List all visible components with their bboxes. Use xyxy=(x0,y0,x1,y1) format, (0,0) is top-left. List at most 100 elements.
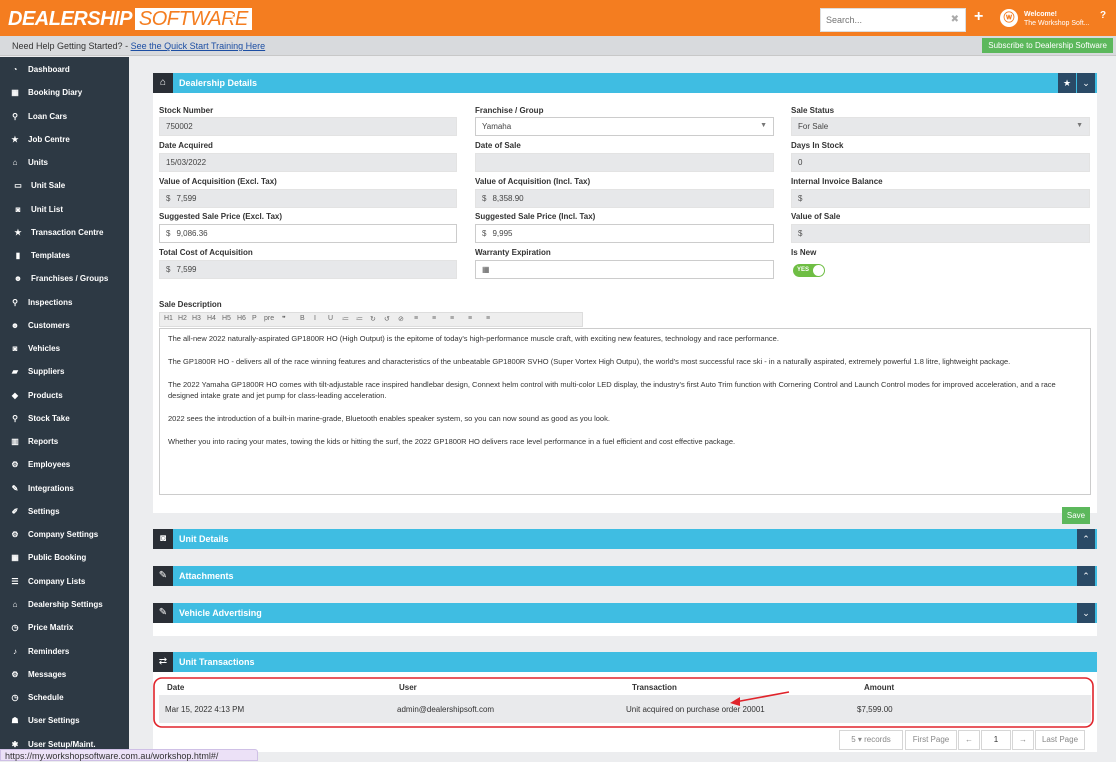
date-acquired-field[interactable]: 15/03/2022 xyxy=(159,153,457,172)
last-page-button[interactable]: Last Page xyxy=(1035,730,1085,750)
col-date-header[interactable]: Date xyxy=(167,683,184,692)
sidebar-item-messages[interactable]: ⚙ Messages xyxy=(0,665,129,685)
sidebar-item-units[interactable]: ⌂ Units xyxy=(0,153,129,173)
favorite-star-icon[interactable]: ★ xyxy=(1058,73,1076,93)
editor-tool-button[interactable]: ⊘ xyxy=(398,315,404,323)
acq-excl-field[interactable]: $7,599 xyxy=(159,189,457,208)
app-logo[interactable]: DEALERSHIP SOFTWARE xyxy=(8,8,252,31)
sidebar-item-job-centre[interactable]: ★ Job Centre xyxy=(0,130,129,150)
table-row[interactable]: Mar 15, 2022 4:13 PM admin@dealershipsof… xyxy=(159,695,1091,723)
sidebar-item-user-settings[interactable]: ☗ User Settings xyxy=(0,711,129,731)
sidebar-item-templates[interactable]: ▮ Templates xyxy=(0,246,129,266)
editor-tool-button[interactable]: ↺ xyxy=(384,315,390,323)
franchise-select[interactable]: Yamaha ▼ xyxy=(475,117,774,136)
editor-tool-button[interactable]: H5 xyxy=(222,315,231,322)
page-size-select[interactable]: 5 ▾ records xyxy=(839,730,903,750)
sale-description-editor[interactable]: The all-new 2022 naturally-aspirated GP1… xyxy=(159,328,1091,495)
sidebar-item-franchises-groups[interactable]: ☻ Franchises / Groups xyxy=(0,269,129,289)
editor-tool-button[interactable]: B xyxy=(300,315,305,322)
next-page-button[interactable]: → xyxy=(1012,730,1034,750)
unit-transactions-header[interactable]: ⇄ Unit Transactions xyxy=(153,652,1097,672)
menu-toggle-icon[interactable]: ≡ xyxy=(226,9,235,26)
sidebar-item-integrations[interactable]: ✎ Integrations xyxy=(0,479,129,499)
total-cost-field[interactable]: $7,599 xyxy=(159,260,457,279)
editor-tool-button[interactable]: ≡ xyxy=(486,315,490,322)
help-icon[interactable]: ? xyxy=(1100,10,1106,21)
sidebar-item-unit-sale[interactable]: ▭ Unit Sale xyxy=(0,176,129,196)
col-amount-header[interactable]: Amount xyxy=(864,683,894,692)
value-of-sale-field[interactable]: $ xyxy=(791,224,1090,243)
attachments-header[interactable]: ✎ Attachments ⌃ xyxy=(153,566,1097,586)
sidebar-item-transaction-centre[interactable]: ★ Transaction Centre xyxy=(0,223,129,243)
clear-search-icon[interactable]: ✖ xyxy=(951,14,959,25)
sidebar-item-company-settings[interactable]: ⚙ Company Settings xyxy=(0,525,129,545)
expand-chevron-up-icon[interactable]: ⌃ xyxy=(1077,566,1095,586)
editor-tool-button[interactable]: H3 xyxy=(192,315,201,322)
invoice-balance-field[interactable]: $ xyxy=(791,189,1090,208)
warranty-field[interactable]: ▦ xyxy=(475,260,774,279)
collapse-chevron-down-icon[interactable]: ⌄ xyxy=(1077,603,1095,623)
editor-tool-button[interactable]: U xyxy=(328,315,333,322)
sidebar-item-suppliers[interactable]: ▰ Suppliers xyxy=(0,362,129,382)
add-new-icon[interactable]: + xyxy=(974,8,983,26)
vehicle-advertising-header[interactable]: ✎ Vehicle Advertising ⌄ xyxy=(153,603,1097,623)
editor-tool-button[interactable]: H1 xyxy=(164,315,173,322)
dealership-details-header[interactable]: ⌂ Dealership Details ★ ⌄ xyxy=(153,73,1097,93)
subscribe-button[interactable]: Subscribe to Dealership Software xyxy=(982,38,1113,53)
editor-tool-button[interactable]: ≡ xyxy=(468,315,472,322)
date-of-sale-field[interactable] xyxy=(475,153,774,172)
sidebar-item-unit-list[interactable]: ◙ Unit List xyxy=(0,200,129,220)
sidebar-item-reminders[interactable]: ♪ Reminders xyxy=(0,642,129,662)
editor-tool-button[interactable]: ≔ xyxy=(356,315,363,323)
stock-number-field[interactable]: 750002 xyxy=(159,117,457,136)
sidebar-item-dealership-settings[interactable]: ⌂ Dealership Settings xyxy=(0,595,129,615)
sidebar-item-stock-take[interactable]: ⚲ Stock Take xyxy=(0,409,129,429)
expand-chevron-up-icon[interactable]: ⌃ xyxy=(1077,529,1095,549)
is-new-toggle[interactable]: YES xyxy=(793,264,825,277)
sidebar-item-loan-cars[interactable]: ⚲ Loan Cars xyxy=(0,107,129,127)
editor-tool-button[interactable]: H2 xyxy=(178,315,187,322)
user-avatar[interactable]: ⓦ xyxy=(1000,9,1018,27)
sidebar-item-employees[interactable]: ⚙ Employees xyxy=(0,455,129,475)
welcome-text[interactable]: Welcome! The Workshop Soft... xyxy=(1024,10,1090,28)
search-input[interactable] xyxy=(821,9,939,31)
sidebar-item-customers[interactable]: ☻ Customers xyxy=(0,316,129,336)
editor-tool-button[interactable]: ↻ xyxy=(370,315,376,323)
current-page-button[interactable]: 1 xyxy=(981,730,1011,750)
editor-tool-button[interactable]: ❞ xyxy=(282,315,286,323)
sidebar-item-reports[interactable]: ▥ Reports xyxy=(0,432,129,452)
editor-tool-button[interactable]: P xyxy=(252,315,257,322)
editor-tool-button[interactable]: H6 xyxy=(237,315,246,322)
sugg-incl-field[interactable]: $9,995 xyxy=(475,224,774,243)
sidebar-item-schedule[interactable]: ◷ Schedule xyxy=(0,688,129,708)
sale-status-select[interactable]: For Sale ▼ xyxy=(791,117,1090,136)
editor-tool-button[interactable]: I xyxy=(314,315,316,322)
quick-start-link[interactable]: See the Quick Start Training Here xyxy=(131,41,266,51)
prev-page-button[interactable]: ← xyxy=(958,730,980,750)
sidebar-item-public-booking[interactable]: ▦ Public Booking xyxy=(0,548,129,568)
sidebar-item-products[interactable]: ◆ Products xyxy=(0,386,129,406)
acq-incl-field[interactable]: $8,358.90 xyxy=(475,189,774,208)
editor-tool-button[interactable]: ≡ xyxy=(432,315,436,322)
sidebar-item-inspections[interactable]: ⚲ Inspections xyxy=(0,293,129,313)
editor-tool-button[interactable]: H4 xyxy=(207,315,216,322)
collapse-chevron-down-icon[interactable]: ⌄ xyxy=(1077,73,1095,93)
sidebar-item-company-lists[interactable]: ☰ Company Lists xyxy=(0,572,129,592)
days-in-stock-field[interactable]: 0 xyxy=(791,153,1090,172)
col-user-header[interactable]: User xyxy=(399,683,417,692)
sidebar-item-settings[interactable]: ✐ Settings xyxy=(0,502,129,522)
editor-tool-button[interactable]: pre xyxy=(264,315,274,322)
sidebar-item-price-matrix[interactable]: ◷ Price Matrix xyxy=(0,618,129,638)
sugg-excl-field[interactable]: $9,086.36 xyxy=(159,224,457,243)
col-transaction-header[interactable]: Transaction xyxy=(632,683,677,692)
sidebar-item-dashboard[interactable]: ◔ Dashboard xyxy=(0,60,129,80)
editor-tool-button[interactable]: ≡ xyxy=(414,315,418,322)
sidebar-item-vehicles[interactable]: ◙ Vehicles xyxy=(0,339,129,359)
editor-tool-button[interactable]: ≔ xyxy=(342,315,349,323)
save-button[interactable]: Save xyxy=(1062,507,1090,524)
sidebar-item-booking-diary[interactable]: ▦ Booking Diary xyxy=(0,83,129,103)
editor-tool-button[interactable]: ≡ xyxy=(450,315,454,322)
sidebar-item-label: Vehicles xyxy=(28,344,61,354)
unit-details-header[interactable]: ◙ Unit Details ⌃ xyxy=(153,529,1097,549)
first-page-button[interactable]: First Page xyxy=(905,730,957,750)
